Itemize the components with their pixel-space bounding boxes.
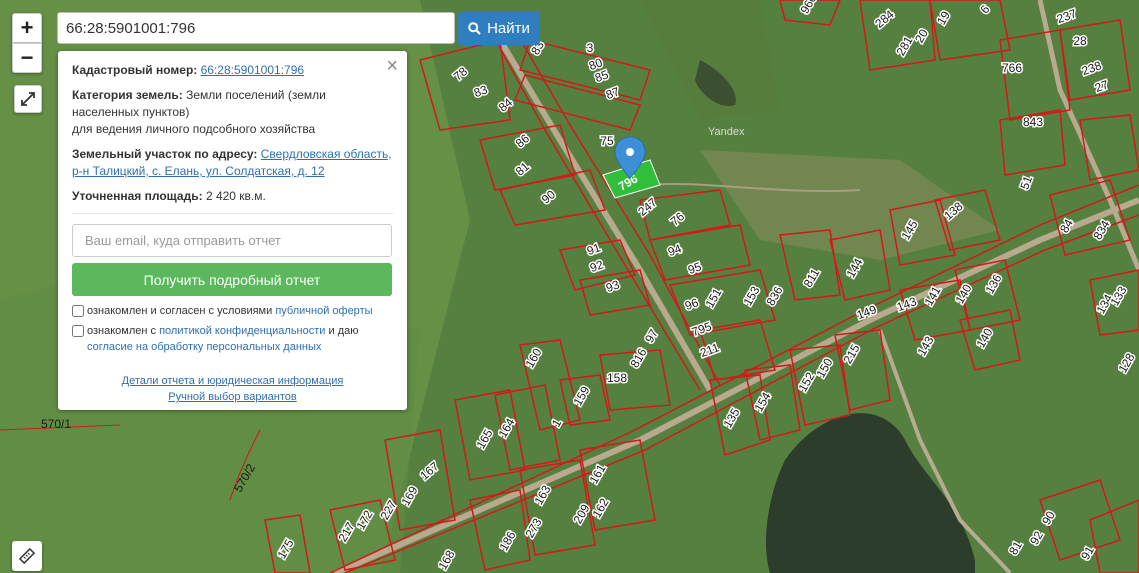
cadastral-row: Кадастровый номер: 66:28:5901001:796 xyxy=(72,62,393,79)
parcel-label: 843 xyxy=(1023,115,1043,129)
privacy-policy-link[interactable]: политикой конфиденциальности xyxy=(159,325,325,337)
parcel-label: 158 xyxy=(607,371,627,385)
area-value: 2 420 кв.м. xyxy=(205,189,266,203)
manual-selection-link[interactable]: Ручной выбор вариантов xyxy=(168,391,296,403)
parcel-label: 28 xyxy=(1073,34,1087,48)
privacy-consent-text2: и даю xyxy=(328,325,359,337)
public-offer-link[interactable]: публичной оферты xyxy=(275,305,372,317)
parcel-label: 766 xyxy=(1002,61,1022,75)
offer-consent-checkbox[interactable] xyxy=(72,305,84,317)
area-row: Уточненная площадь: 2 420 кв.м. xyxy=(72,188,393,214)
offer-consent-text: ознакомлен и согласен с условиями xyxy=(87,305,273,317)
category-row: Категория земель: Земли поселений (земли… xyxy=(72,87,393,138)
address-label: Земельный участок по адресу: xyxy=(72,147,258,161)
data-processing-link[interactable]: согласие на обработку персональных данны… xyxy=(87,341,321,353)
parcel-label: 3 xyxy=(587,41,594,55)
offer-consent: ознакомлен и согласен с условиями публич… xyxy=(72,303,393,319)
zoom-out-button[interactable]: − xyxy=(12,43,42,73)
ruler-button[interactable] xyxy=(12,541,42,571)
panel-links: Детали отчета и юридическая информация Р… xyxy=(72,373,393,405)
cadastral-number-link[interactable]: 66:28:5901001:796 xyxy=(201,63,304,77)
fullscreen-icon xyxy=(21,92,35,106)
area-label: Уточненная площадь: xyxy=(72,189,203,203)
category-label: Категория земель: xyxy=(72,88,183,102)
get-report-button[interactable]: Получить подробный отчет xyxy=(72,263,392,296)
report-details-link[interactable]: Детали отчета и юридическая информация xyxy=(122,375,344,387)
category-purpose: для ведения личного подсобного хозяйства xyxy=(72,122,316,136)
parcel-label: 75 xyxy=(600,134,614,148)
ruler-icon xyxy=(19,548,35,564)
search-input[interactable] xyxy=(57,12,455,44)
zoom-in-button[interactable]: + xyxy=(12,13,42,43)
privacy-consent-text: ознакомлен с xyxy=(87,325,157,337)
search-button[interactable]: Найти xyxy=(458,12,540,45)
parcel-info-panel: × Кадастровый номер: 66:28:5901001:796 К… xyxy=(58,51,407,410)
search-icon xyxy=(468,22,481,35)
parcel-label: 570/1 xyxy=(41,417,71,431)
fullscreen-button[interactable] xyxy=(14,85,42,113)
email-field[interactable] xyxy=(72,224,392,257)
cadastral-label: Кадастровый номер: xyxy=(72,63,198,77)
privacy-consent: ознакомлен с политикой конфиденциальност… xyxy=(72,323,393,355)
privacy-consent-checkbox[interactable] xyxy=(72,325,84,337)
map-watermark: Yandex xyxy=(708,126,745,138)
address-row: Земельный участок по адресу: Свердловска… xyxy=(72,146,393,180)
search-button-label: Найти xyxy=(487,20,530,37)
close-icon[interactable]: × xyxy=(386,55,398,78)
